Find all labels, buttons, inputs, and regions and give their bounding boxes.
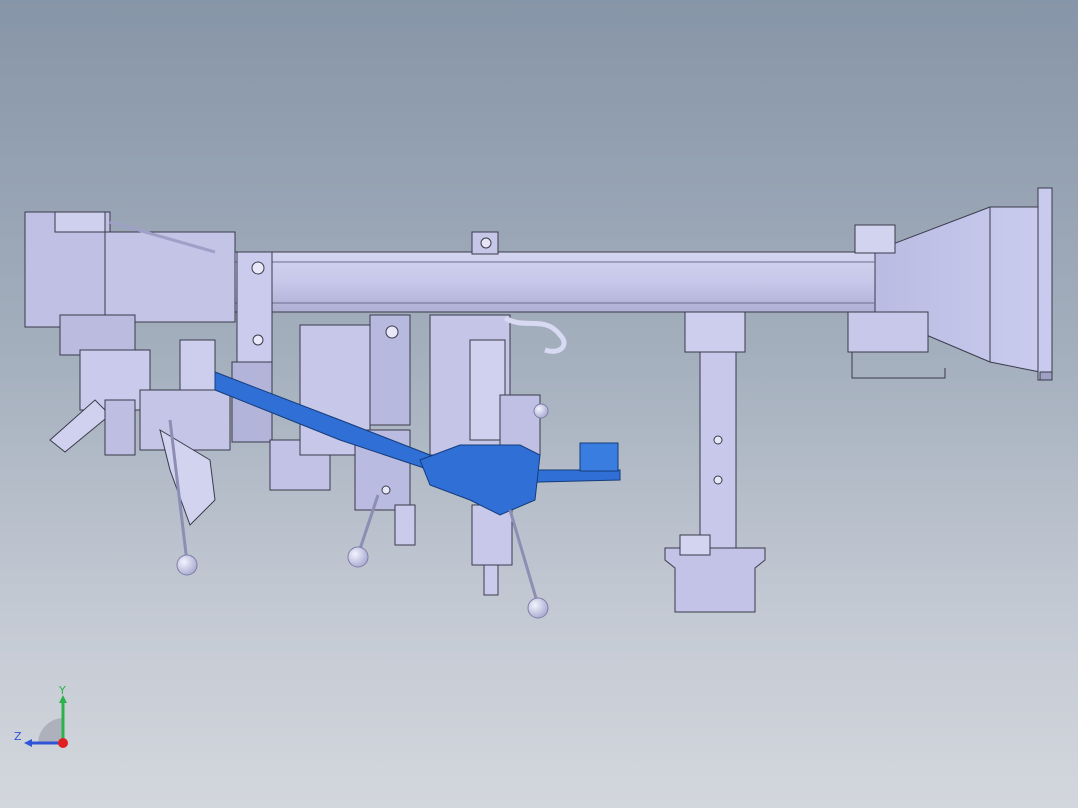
triad-arc xyxy=(38,718,63,743)
orientation-triad: Y Z xyxy=(10,684,80,755)
z-axis-label: Z xyxy=(14,730,22,743)
z-axis-arrow xyxy=(24,739,32,747)
x-axis-dot xyxy=(58,738,68,748)
cad-model-view[interactable] xyxy=(0,0,1078,808)
support-post xyxy=(664,311,766,613)
y-axis-label: Y xyxy=(58,685,66,697)
graphics-viewport[interactable]: Y Z xyxy=(0,0,1078,808)
